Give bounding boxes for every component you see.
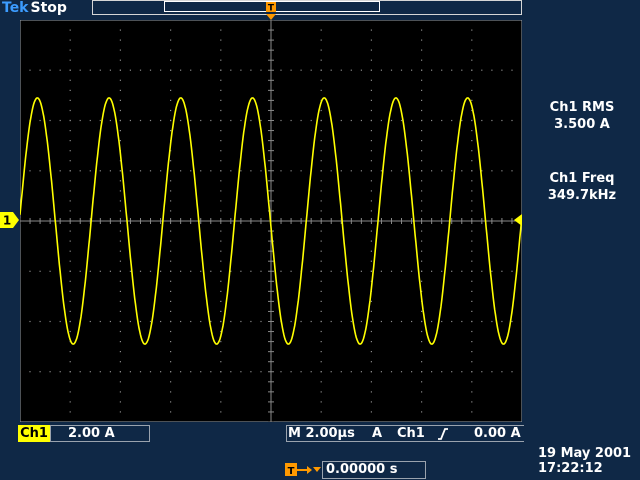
ch1-freq-value: 349.7kHz bbox=[547, 188, 617, 203]
ch1-rms-label: Ch1 RMS bbox=[549, 100, 615, 115]
ch1-rms-value: 3.500 A bbox=[554, 117, 610, 132]
trigger-level: 0.00 A bbox=[474, 426, 521, 441]
trigger-source: Ch1 bbox=[397, 426, 425, 441]
ch1-tag[interactable]: Ch1 bbox=[18, 425, 50, 442]
time-readout: 17:22:12 bbox=[538, 461, 603, 476]
trigger-level-arrow-icon bbox=[514, 214, 522, 226]
tek-logo: Tek bbox=[2, 0, 29, 16]
svg-text:T: T bbox=[268, 4, 275, 13]
ch1-vertical-scale: 2.00 A bbox=[68, 426, 115, 441]
waveform-display bbox=[20, 20, 522, 422]
trigger-delay-value: 0.00000 s bbox=[326, 462, 398, 477]
timebase-readout: M 2.00µs bbox=[288, 426, 355, 441]
svg-text:T: T bbox=[288, 466, 295, 477]
brand-label: Tek Stop bbox=[2, 0, 67, 16]
rising-edge-icon bbox=[438, 428, 448, 440]
ch1-marker-label: 1 bbox=[3, 214, 11, 228]
trigger-level-marker[interactable] bbox=[512, 214, 522, 226]
trigger-delay-icon: T bbox=[285, 463, 321, 477]
acquisition-state: Stop bbox=[30, 0, 67, 16]
ch1-freq-label: Ch1 Freq bbox=[549, 171, 615, 186]
trigger-mode: A bbox=[372, 426, 383, 441]
date-readout: 19 May 2001 bbox=[538, 446, 632, 461]
record-trigger-icon: T bbox=[266, 2, 276, 12]
ch1-ground-marker[interactable]: 1 bbox=[0, 211, 20, 229]
